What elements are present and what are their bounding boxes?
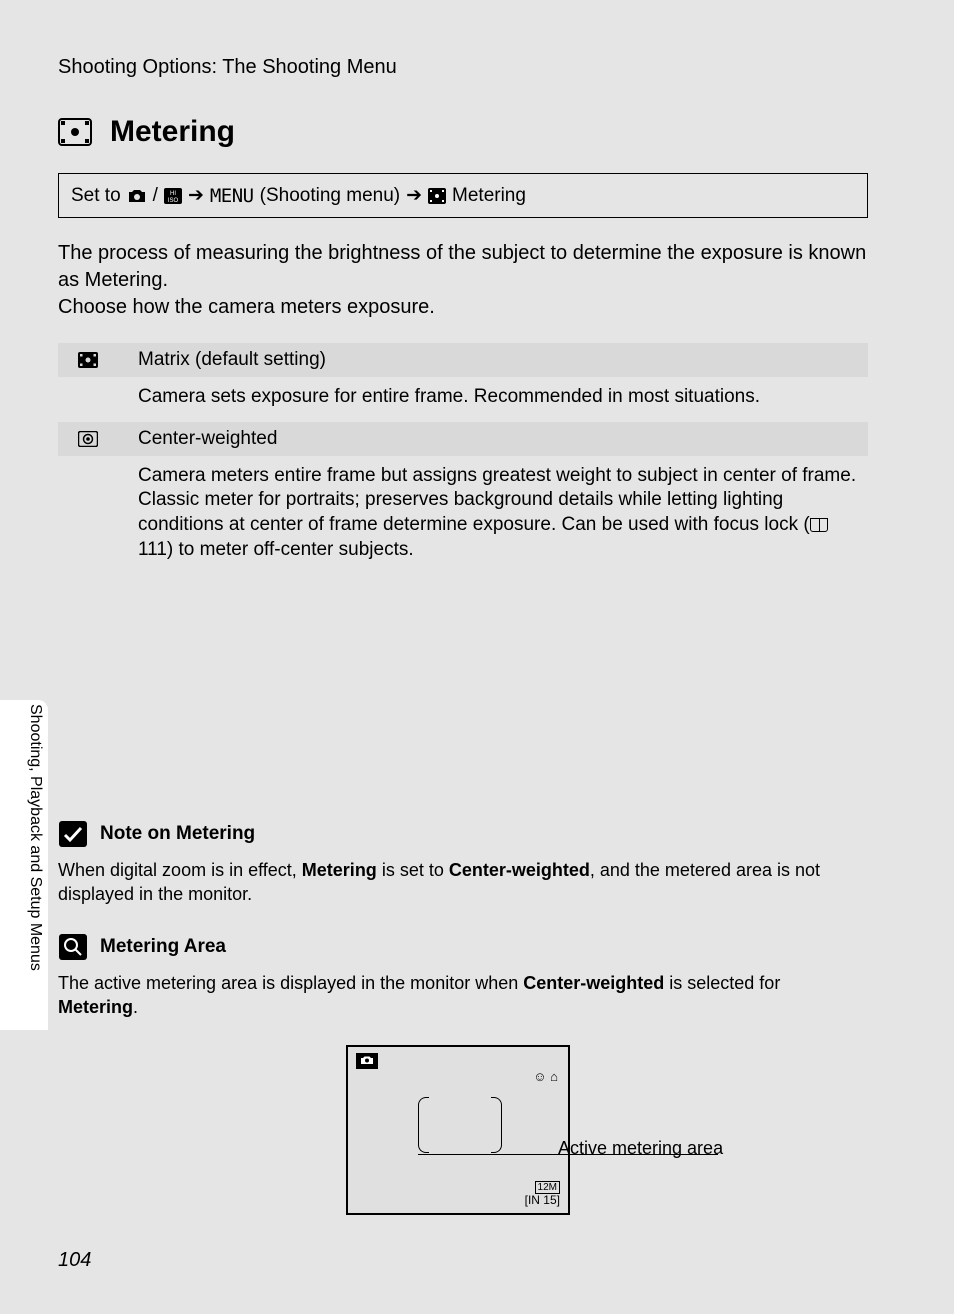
- setto-slash: /: [153, 185, 158, 207]
- breadcrumb: Shooting Options: The Shooting Menu: [58, 56, 868, 79]
- metering-small-icon: [428, 188, 446, 204]
- caution-check-icon: [58, 820, 88, 848]
- note-body: The active metering area is displayed in…: [58, 971, 858, 1020]
- text: is selected for: [664, 973, 780, 993]
- camera-mode-badge: [356, 1053, 378, 1069]
- setto-menu-paren: (Shooting menu): [260, 185, 400, 207]
- page-number: 104: [58, 1249, 91, 1272]
- memory-label: IN: [528, 1193, 540, 1207]
- monitor-illustration: ☺ ⌂ 12M [IN 15] Active metering area: [158, 1045, 758, 1215]
- intro-text: The process of measuring the brightness …: [58, 240, 868, 321]
- shot-count: 15: [543, 1193, 556, 1207]
- option-body-ref: 111: [138, 539, 167, 560]
- bold-term: Center-weighted: [449, 860, 590, 880]
- callout-label: Active metering area: [558, 1138, 723, 1159]
- bold-term: Metering: [302, 860, 377, 880]
- intro-p1: The process of measuring the brightness …: [58, 240, 868, 294]
- page-content: Shooting Options: The Shooting Menu Mete…: [58, 56, 868, 574]
- option-body: Camera sets exposure for entire frame. R…: [58, 377, 868, 422]
- camera-mode-icon: [127, 188, 147, 204]
- note-title: Metering Area: [100, 936, 226, 958]
- arrow-icon: ➔: [188, 184, 204, 207]
- note-heading: Metering Area: [58, 933, 858, 961]
- text: The active metering area is displayed in…: [58, 973, 523, 993]
- heading-text: Metering: [110, 115, 235, 149]
- note-title: Note on Metering: [100, 823, 255, 845]
- options-table: Matrix (default setting) Camera sets exp…: [58, 343, 868, 574]
- notes-section: Note on Metering When digital zoom is in…: [58, 820, 858, 1215]
- metering-area-brackets: [418, 1097, 502, 1151]
- bold-term: Metering: [58, 997, 133, 1017]
- option-body: Camera meters entire frame but assigns g…: [58, 456, 868, 575]
- menu-button-label: MENU: [210, 185, 254, 207]
- page-heading: Metering: [58, 115, 868, 149]
- monitor-top-icons: ☺ ⌂: [533, 1069, 558, 1084]
- metering-icon: [58, 118, 92, 146]
- text: .: [133, 997, 138, 1017]
- option-row-header: Center-weighted: [58, 422, 868, 456]
- svg-text:ISO: ISO: [168, 198, 179, 204]
- setto-prefix: Set to: [71, 185, 121, 207]
- info-zoom-icon: [58, 933, 88, 961]
- chapter-tab-label: Shooting, Playback and Setup Menus: [26, 704, 44, 971]
- camera-monitor: ☺ ⌂ 12M [IN 15]: [346, 1045, 570, 1215]
- matrix-metering-icon: [68, 352, 108, 368]
- note-heading: Note on Metering: [58, 820, 858, 848]
- option-row-header: Matrix (default setting): [58, 343, 868, 377]
- center-weighted-icon: [68, 431, 108, 447]
- option-title: Center-weighted: [138, 428, 277, 450]
- bold-term: Center-weighted: [523, 973, 664, 993]
- option-title: Matrix (default setting): [138, 349, 326, 371]
- svg-text:HI: HI: [170, 191, 176, 197]
- text: When digital zoom is in effect,: [58, 860, 302, 880]
- monitor-status-readout: 12M [IN 15]: [525, 1180, 560, 1207]
- intro-p2: Choose how the camera meters exposure.: [58, 294, 868, 321]
- navigation-path-box: Set to / HIISO ➔ MENU (Shooting menu) ➔ …: [58, 173, 868, 218]
- text: is set to: [377, 860, 449, 880]
- option-body-pre: Camera meters entire frame but assigns g…: [138, 465, 856, 535]
- arrow-icon: ➔: [406, 184, 422, 207]
- option-body-post: ) to meter off-center subjects.: [167, 539, 414, 560]
- setto-tail: Metering: [452, 185, 526, 207]
- manual-ref-icon: [810, 518, 828, 532]
- note-body: When digital zoom is in effect, Metering…: [58, 858, 858, 907]
- hi-iso-mode-icon: HIISO: [164, 188, 182, 204]
